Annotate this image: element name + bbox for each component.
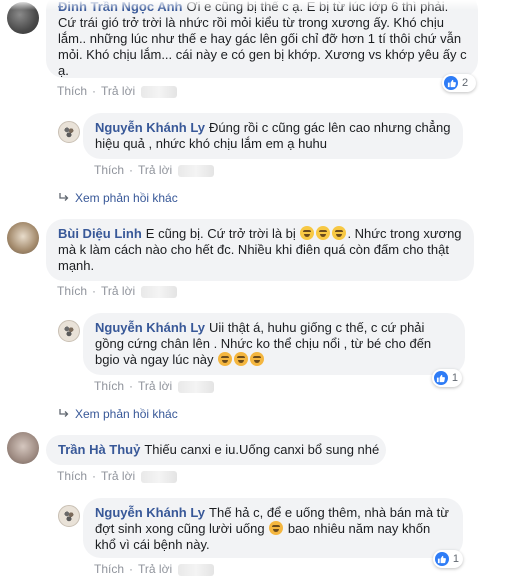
reply-bubble: Nguyễn Khánh Ly Thế hả c, để e uống thêm,… bbox=[83, 498, 463, 558]
comment-text: Uii thật á, huhu giống c thế, c cứ phải bbox=[209, 320, 425, 335]
comment-text-line: lắm.. những lúc như thế e hay gác lên gố… bbox=[58, 31, 462, 46]
comment-actions: Thích · Trả lời bbox=[57, 84, 178, 98]
avatar[interactable] bbox=[58, 121, 80, 143]
comment-text: Ơi e cũng bị thế c ạ. E bị từ lúc lớp 6 … bbox=[186, 0, 449, 14]
laugh-emoji-icon bbox=[300, 226, 315, 240]
comment-actions: Thích · Trả lời bbox=[94, 379, 215, 393]
comment-actions: Thích · Trả lời bbox=[57, 469, 178, 483]
commenter-name[interactable]: Nguyễn Khánh Ly bbox=[95, 505, 205, 520]
reaction-count[interactable]: 1 bbox=[433, 550, 463, 568]
laugh-emoji-icon bbox=[316, 226, 331, 240]
timestamp bbox=[178, 563, 215, 576]
reaction-count[interactable]: 1 bbox=[432, 369, 462, 387]
comment-text: E cũng bị. Cứ trở trời là bị bbox=[145, 226, 296, 241]
like-button[interactable]: Thích bbox=[94, 562, 124, 576]
timestamp bbox=[141, 85, 178, 98]
like-icon bbox=[435, 552, 449, 566]
like-button[interactable]: Thích bbox=[57, 284, 87, 298]
reply-button[interactable]: Trả lời bbox=[138, 379, 172, 393]
commenter-name[interactable]: Nguyễn Khánh Ly bbox=[95, 120, 205, 135]
comment-text: Thiếu canxi e iu.Uống canxi bổ sung nhé bbox=[144, 442, 380, 457]
crying-emoji-icon bbox=[269, 521, 284, 535]
avatar[interactable] bbox=[58, 505, 80, 527]
like-icon bbox=[444, 76, 458, 90]
comment-text-line: mỏi. Khó chịu lắm... cái này e có gen bị… bbox=[58, 47, 467, 62]
crying-emoji-icon bbox=[218, 352, 233, 366]
commenter-name[interactable]: Đinh Trần Ngọc Anh bbox=[58, 0, 182, 14]
crying-emoji-icon bbox=[250, 352, 265, 366]
crying-emoji-icon bbox=[234, 352, 249, 366]
timestamp bbox=[178, 164, 215, 177]
like-button[interactable]: Thích bbox=[94, 163, 124, 177]
avatar[interactable] bbox=[7, 2, 39, 34]
comment-actions: Thích · Trả lời bbox=[94, 163, 215, 177]
reply-button[interactable]: Trả lời bbox=[138, 163, 172, 177]
reply-arrow-icon bbox=[58, 408, 69, 419]
timestamp bbox=[178, 380, 215, 393]
comment-text: Đúng rồi c cũng gác lên cao nhưng chẳng bbox=[209, 120, 451, 135]
reply-button[interactable]: Trả lời bbox=[101, 84, 135, 98]
comment-text-line: hiệu quả , nhức khó chịu lắm em ạ huhu bbox=[95, 136, 328, 151]
view-more-replies-link[interactable]: Xem phản hồi khác bbox=[58, 191, 178, 205]
comment-actions: Thích · Trả lời bbox=[57, 284, 178, 298]
reply-button[interactable]: Trả lời bbox=[101, 469, 135, 483]
comment-text: . Nhức trong xương bbox=[347, 226, 462, 241]
avatar[interactable] bbox=[58, 320, 80, 342]
comment-text-line: ạ. bbox=[58, 63, 69, 78]
reply-button[interactable]: Trả lời bbox=[101, 284, 135, 298]
reply-bubble: Nguyễn Khánh Ly Uii thật á, huhu giống c … bbox=[83, 313, 465, 375]
comment-text-line: bao nhiêu năm nay khốn bbox=[287, 521, 431, 536]
comment-bubble: Đinh Trần Ngọc Anh Ơi e cũng bị thế c ạ. … bbox=[46, 0, 478, 78]
like-button[interactable]: Thích bbox=[94, 379, 124, 393]
reply-arrow-icon bbox=[58, 192, 69, 203]
avatar[interactable] bbox=[7, 432, 39, 464]
comment-text-line: gồng cứng chân lên . Nhức ko thể chịu nổ… bbox=[95, 336, 432, 351]
comment-text-line: mà k làm cách nào cho hết đc. Nhiều khi … bbox=[58, 242, 449, 257]
comment-bubble: Trần Hà Thuỷ Thiếu canxi e iu.Uống canxi … bbox=[46, 435, 386, 465]
like-button[interactable]: Thích bbox=[57, 469, 87, 483]
comment-bubble: Bùi Diệu Linh E cũng bị. Cứ trở trời là b… bbox=[46, 219, 474, 281]
comment-text-line: mạnh. bbox=[58, 258, 95, 273]
comment-text-line: bgio và ngay lúc này bbox=[95, 352, 214, 367]
commenter-name[interactable]: Bùi Diệu Linh bbox=[58, 226, 142, 241]
comment-text: Thế hả c, để e uống thêm, nhà bán mà từ bbox=[209, 505, 449, 520]
laugh-emoji-icon bbox=[332, 226, 347, 240]
reply-bubble: Nguyễn Khánh Ly Đúng rồi c cũng gác lên c… bbox=[83, 113, 463, 159]
view-more-replies-link[interactable]: Xem phản hồi khác bbox=[58, 407, 178, 421]
avatar[interactable] bbox=[7, 222, 39, 254]
like-icon bbox=[434, 371, 448, 385]
timestamp bbox=[141, 285, 178, 298]
comment-actions: Thích · Trả lời bbox=[94, 562, 215, 576]
reaction-count[interactable]: 2 bbox=[442, 74, 476, 92]
like-button[interactable]: Thích bbox=[57, 84, 87, 98]
commenter-name[interactable]: Trần Hà Thuỷ bbox=[58, 442, 140, 457]
comment-text-line: khổ vì cái bệnh này. bbox=[95, 537, 210, 552]
comment-text-line: đợt sinh xong cũng lười uống bbox=[95, 521, 265, 536]
comment-text-line: Cứ trái gió trở trời là nhức rồi mỏi kiể… bbox=[58, 15, 445, 30]
reply-button[interactable]: Trả lời bbox=[138, 562, 172, 576]
commenter-name[interactable]: Nguyễn Khánh Ly bbox=[95, 320, 205, 335]
timestamp bbox=[141, 470, 178, 483]
